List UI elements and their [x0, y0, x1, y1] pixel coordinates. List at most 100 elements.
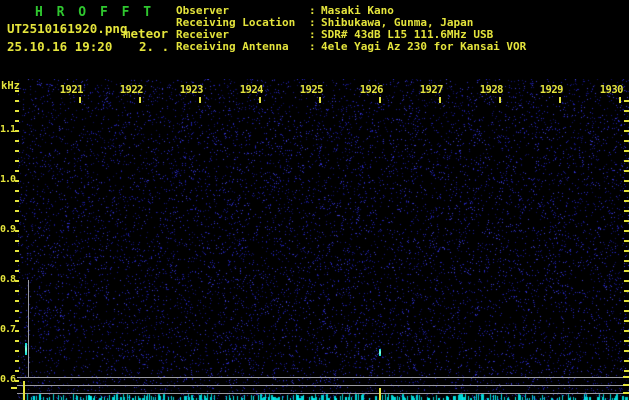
- freq-minor-tick-right: [624, 310, 629, 312]
- freq-minor-tick-right: [624, 350, 629, 352]
- freq-minor-tick-right: [624, 370, 629, 372]
- freq-minor-tick-right: [624, 330, 629, 332]
- capture-filename: UT2510161920.png: [7, 21, 127, 36]
- header-row-antenna: Receiving Antenna:4ele Yagi Az 230 for K…: [176, 41, 526, 53]
- freq-minor-tick-left: [15, 290, 19, 292]
- freq-minor-tick-right: [624, 220, 629, 222]
- spectrogram-canvas: [18, 79, 629, 400]
- app-title: H R O F F T: [35, 5, 154, 20]
- time-tick-mark: [379, 97, 381, 103]
- echo-count-spike: [379, 388, 381, 400]
- freq-minor-tick-left: [15, 260, 19, 262]
- field-label: Receiving Antenna: [176, 41, 309, 53]
- freq-minor-tick-left: [15, 150, 19, 152]
- capture-datetime-suffix: 2. .: [139, 39, 169, 54]
- time-tick-mark: [499, 97, 501, 103]
- freq-minor-tick-right: [624, 300, 629, 302]
- freq-minor-tick-left: [15, 130, 19, 132]
- freq-minor-tick-right: [624, 270, 629, 272]
- freq-minor-tick-right: [624, 110, 629, 112]
- freq-minor-tick-left: [15, 220, 19, 222]
- freq-minor-tick-left: [15, 120, 19, 122]
- time-tick-mark: [319, 97, 321, 103]
- header-metadata: Observer:Masaki Kano Receiving Location:…: [176, 5, 526, 53]
- capture-datetime: 25.10.16 19:20: [7, 39, 112, 54]
- time-tick-label: 1928: [473, 84, 503, 96]
- freq-minor-tick-left: [15, 320, 19, 322]
- time-tick-mark: [439, 97, 441, 103]
- freq-minor-tick-left: [15, 340, 19, 342]
- freq-minor-tick-left: [15, 90, 19, 92]
- time-tick-label: 1927: [413, 84, 443, 96]
- freq-minor-tick-right: [624, 210, 629, 212]
- time-tick-mark: [259, 97, 261, 103]
- time-tick-label: 1922: [113, 84, 143, 96]
- freq-minor-tick-right: [624, 100, 629, 102]
- freq-minor-tick-left: [15, 270, 19, 272]
- field-value: 4ele Yagi Az 230 for Kansai VOR: [321, 40, 526, 53]
- freq-minor-tick-right: [624, 280, 629, 282]
- time-tick-label: 1921: [53, 84, 83, 96]
- freq-minor-tick-left: [15, 140, 19, 142]
- time-tick-label: 1926: [353, 84, 383, 96]
- left-border-line: [28, 280, 29, 377]
- time-tick-label: 1925: [293, 84, 323, 96]
- freq-minor-tick-left: [15, 170, 19, 172]
- freq-minor-tick-right: [624, 200, 629, 202]
- freq-minor-tick-left: [15, 370, 19, 372]
- panel-left-tick: [11, 387, 17, 389]
- freq-minor-tick-left: [15, 200, 19, 202]
- freq-minor-tick-left: [15, 350, 19, 352]
- freq-minor-tick-left: [15, 240, 19, 242]
- time-tick-label: 1929: [533, 84, 563, 96]
- freq-minor-tick-left: [15, 210, 19, 212]
- time-tick-mark: [79, 97, 81, 103]
- panel-grid-line: [17, 393, 629, 394]
- time-tick-mark: [199, 97, 201, 103]
- freq-minor-tick-left: [15, 110, 19, 112]
- meteor-echo-mark: [379, 349, 381, 356]
- panel-right-tick: [623, 384, 629, 386]
- freq-minor-tick-left: [15, 250, 19, 252]
- meteor-echo-mark: [25, 343, 27, 355]
- time-tick-mark: [559, 97, 561, 103]
- freq-minor-tick-left: [15, 100, 19, 102]
- freq-minor-tick-right: [624, 130, 629, 132]
- freq-minor-tick-left: [15, 180, 19, 182]
- time-tick-mark: [619, 97, 621, 103]
- echo-count-spike: [23, 381, 25, 400]
- freq-minor-tick-right: [624, 140, 629, 142]
- panel-grid-line: [17, 377, 629, 378]
- freq-minor-tick-left: [15, 360, 19, 362]
- freq-minor-tick-right: [624, 180, 629, 182]
- time-tick-label: 1924: [233, 84, 263, 96]
- panel-right-tick: [623, 376, 629, 378]
- freq-minor-tick-right: [624, 170, 629, 172]
- freq-minor-tick-left: [15, 300, 19, 302]
- freq-minor-tick-left: [15, 160, 19, 162]
- freq-minor-tick-right: [624, 190, 629, 192]
- freq-minor-tick-left: [15, 380, 19, 382]
- freq-minor-tick-right: [624, 160, 629, 162]
- freq-minor-tick-left: [15, 330, 19, 332]
- freq-minor-tick-right: [624, 360, 629, 362]
- freq-minor-tick-right: [624, 240, 629, 242]
- freq-minor-tick-right: [624, 290, 629, 292]
- panel-grid-line: [17, 385, 629, 386]
- freq-minor-tick-right: [624, 150, 629, 152]
- panel-right-tick: [623, 392, 629, 394]
- freq-minor-tick-left: [15, 230, 19, 232]
- freq-minor-tick-right: [624, 250, 629, 252]
- freq-minor-tick-right: [624, 340, 629, 342]
- time-tick-label: 1930: [593, 84, 623, 96]
- freq-minor-tick-right: [624, 120, 629, 122]
- freq-minor-tick-right: [624, 320, 629, 322]
- field-separator: :: [309, 41, 321, 53]
- hrofft-screen: H R O F F T UT2510161920.png meteor 25.1…: [0, 0, 629, 400]
- freq-minor-tick-left: [15, 280, 19, 282]
- freq-minor-tick-right: [624, 230, 629, 232]
- time-tick-label: 1923: [173, 84, 203, 96]
- time-tick-mark: [139, 97, 141, 103]
- freq-minor-tick-right: [624, 260, 629, 262]
- freq-minor-tick-left: [15, 190, 19, 192]
